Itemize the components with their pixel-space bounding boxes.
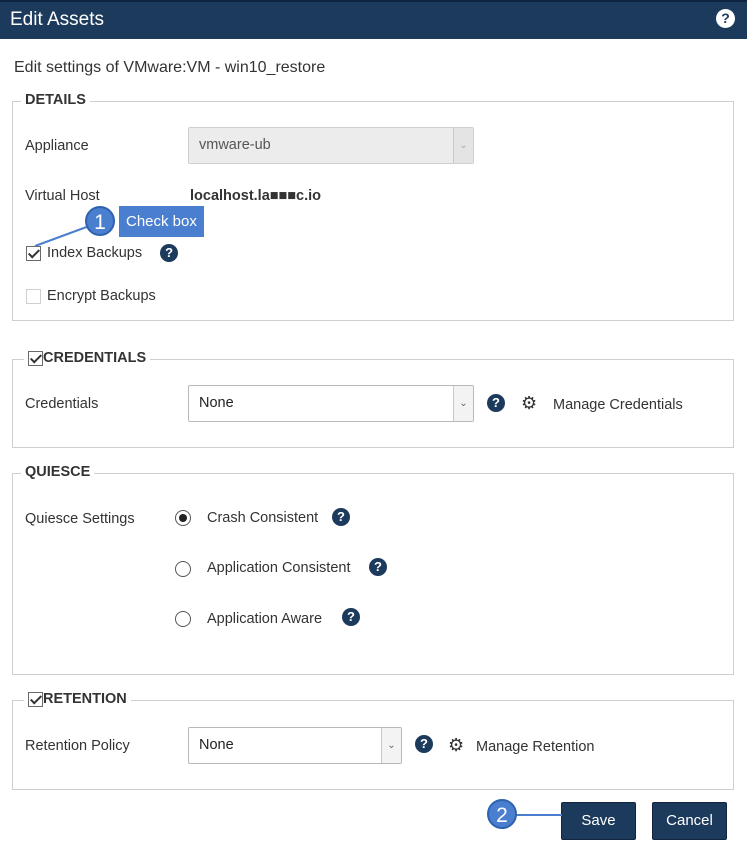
details-legend: DETAILS — [21, 92, 90, 108]
appliance-select: vmware-ub ⌄ — [188, 127, 474, 164]
virtual-host-label: Virtual Host — [25, 188, 100, 204]
encrypt-backups-checkbox[interactable] — [26, 288, 41, 304]
crash-consistent-radio[interactable] — [175, 510, 191, 526]
appliance-value: vmware-ub — [199, 137, 271, 153]
callout1-text: Check box — [119, 206, 204, 237]
chevron-down-icon[interactable]: ⌄ — [381, 728, 401, 763]
credentials-legend: CREDENTIALS — [24, 350, 151, 366]
index-backups-checkbox[interactable] — [26, 245, 41, 261]
retention-policy-label: Retention Policy — [25, 738, 130, 754]
save-button[interactable]: Save — [561, 802, 636, 840]
dialog-titlebar: Edit Assets ? — [0, 0, 747, 39]
application-consistent-label: Application Consistent — [207, 560, 351, 576]
help-icon[interactable]: ? — [369, 558, 387, 576]
retention-policy-select[interactable]: None ⌄ — [188, 727, 402, 764]
dialog-title: Edit Assets — [10, 9, 104, 30]
help-icon[interactable]: ? — [160, 244, 179, 262]
application-aware-label: Application Aware — [207, 611, 323, 627]
help-icon[interactable]: ? — [716, 9, 735, 28]
quiesce-legend: QUIESCE — [21, 464, 95, 480]
retention-legend: RETENTION — [24, 691, 131, 707]
help-icon[interactable]: ? — [415, 735, 433, 753]
retention-section: RETENTION Retention Policy None ⌄ ? ⚙ Ma… — [12, 691, 734, 790]
chevron-down-icon: ⌄ — [453, 128, 473, 163]
help-icon[interactable]: ? — [342, 608, 360, 626]
dialog-subtitle: Edit settings of VMware:VM - win10_resto… — [14, 59, 326, 76]
quiesce-section: QUIESCE Quiesce Settings Crash Consisten… — [12, 464, 734, 675]
retention-legend-text: RETENTION — [43, 691, 127, 707]
credentials-label: Credentials — [25, 396, 99, 412]
appliance-label: Appliance — [25, 138, 89, 154]
index-backups-row: Index Backups ? — [26, 244, 179, 262]
credentials-select[interactable]: None ⌄ — [188, 385, 474, 422]
virtual-host-value: localhost.la■■■c.io — [190, 188, 322, 204]
chevron-down-icon[interactable]: ⌄ — [453, 386, 473, 421]
help-icon[interactable]: ? — [487, 394, 505, 412]
crash-consistent-label: Crash Consistent — [207, 510, 319, 526]
manage-retention-link[interactable]: Manage Retention — [476, 739, 595, 755]
application-consistent-radio[interactable] — [175, 561, 191, 577]
help-icon[interactable]: ? — [332, 508, 350, 526]
encrypt-backups-row: Encrypt Backups — [26, 288, 156, 304]
credentials-section: CREDENTIALS Credentials None ⌄ ? ⚙ Manag… — [12, 350, 734, 448]
manage-credentials-link[interactable]: Manage Credentials — [553, 397, 683, 413]
quiesce-settings-label: Quiesce Settings — [25, 511, 135, 527]
gears-icon[interactable]: ⚙ — [521, 394, 537, 412]
credentials-value: None — [199, 395, 234, 411]
credentials-legend-text: CREDENTIALS — [43, 350, 147, 366]
gears-icon[interactable]: ⚙ — [448, 736, 464, 754]
index-backups-label: Index Backups — [47, 245, 143, 261]
credentials-checkbox[interactable] — [28, 350, 43, 366]
cancel-button[interactable]: Cancel — [652, 802, 727, 840]
callout2-number: 2 — [487, 799, 517, 829]
retention-policy-value: None — [199, 737, 234, 753]
encrypt-backups-label: Encrypt Backups — [47, 288, 156, 304]
retention-checkbox[interactable] — [28, 691, 43, 707]
application-aware-radio[interactable] — [175, 611, 191, 627]
callout1-number: 1 — [85, 206, 115, 236]
